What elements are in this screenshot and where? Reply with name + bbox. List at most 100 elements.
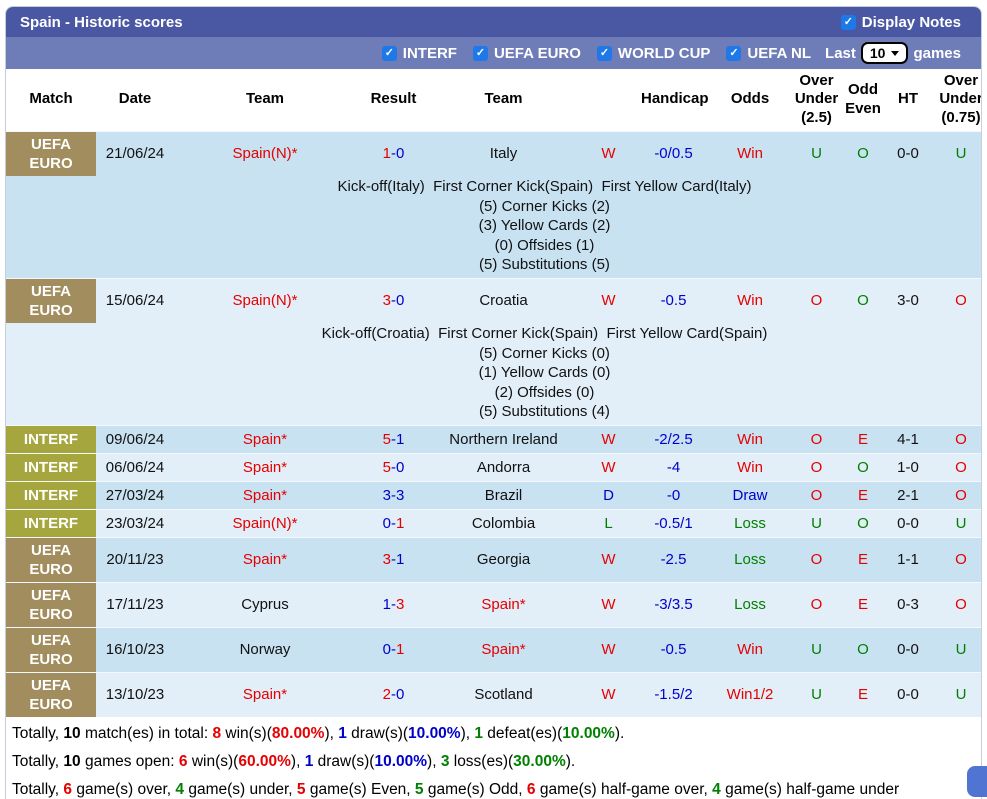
wdl-letter: W: [601, 686, 616, 704]
result-cell: 3-3: [356, 480, 431, 509]
wdl-letter: W: [601, 458, 616, 476]
ht-cell: 1-1: [887, 536, 929, 582]
odds-value: Win: [737, 292, 763, 310]
scroll-corner-button[interactable]: [967, 766, 987, 797]
result-cell: 2-0: [356, 671, 431, 717]
away-team-cell: Croatia: [431, 277, 576, 323]
home-score: 1: [382, 596, 391, 613]
match-row: UEFA EURO 20/11/23 Spain* 3-1 Georgia W -2.5 Lo…: [6, 536, 981, 582]
odds-cell: Loss: [706, 536, 794, 582]
handicap-value: -1.5/2: [654, 686, 693, 704]
league-filters: ✓ INTERF ✓ UEFA EURO ✓ WORLD CUP ✓ UEFA NL: [381, 45, 811, 62]
home-score: 5: [382, 458, 391, 476]
checkbox-checked-icon[interactable]: ✓: [381, 45, 397, 61]
ht-value: 0-0: [897, 686, 919, 704]
over-under-25-value: O: [810, 551, 823, 568]
odds-cell: Win: [706, 452, 794, 481]
handicap-cell: -1.5/2: [641, 671, 706, 717]
away-score: 1: [396, 430, 405, 448]
result-cell: 0-1: [356, 626, 431, 672]
column-header: HT: [887, 69, 929, 131]
away-score: 1: [396, 551, 405, 568]
home-team: Spain(N)*: [232, 292, 298, 310]
column-header: Odds: [706, 69, 794, 131]
odds-value: Win1/2: [726, 686, 774, 704]
match-row: INTERF 23/03/24 Spain(N)* 0-1 Colombia L -0.5/…: [6, 508, 981, 537]
date-cell: 23/03/24: [96, 508, 174, 537]
league-cell: INTERF: [6, 424, 96, 453]
odd-even-value: O: [857, 292, 869, 310]
home-team: Spain(N)*: [232, 145, 298, 163]
home-team-cell: Spain(N)*: [174, 508, 356, 537]
date-cell: 17/11/23: [96, 581, 174, 627]
last-label: Last: [825, 44, 856, 62]
summary-segment: 10.00%: [374, 753, 428, 770]
away-team: Spain*: [481, 596, 526, 613]
odd-even-value: E: [857, 551, 868, 568]
display-notes-toggle[interactable]: ✓ Display Notes: [840, 13, 961, 31]
ht-cell: 2-1: [887, 480, 929, 509]
summary-segment: draw(s)(: [313, 753, 375, 770]
summary-segment: game(s) Even,: [305, 781, 415, 798]
ht-cell: 0-0: [887, 626, 929, 672]
summary-segment: draw(s)(: [346, 725, 409, 742]
column-header: Result: [356, 69, 431, 131]
away-score: 0: [396, 458, 405, 476]
odd-even-value: E: [857, 686, 868, 704]
odds-value: Win: [737, 641, 763, 658]
over-under-25-cell: U: [794, 130, 839, 176]
handicap-cell: -2.5: [641, 536, 706, 582]
home-team-cell: Spain*: [174, 671, 356, 717]
handicap-value: -4: [666, 458, 681, 476]
odds-value: Loss: [734, 596, 766, 613]
result-cell: 5-1: [356, 424, 431, 453]
match-row: INTERF 09/06/24 Spain* 5-1 Northern Ireland W…: [6, 424, 981, 453]
display-notes-label: Display Notes: [861, 13, 961, 31]
ht-value: 3-0: [897, 292, 919, 310]
checkbox-checked-icon[interactable]: ✓: [596, 45, 612, 61]
summary-segment: 80.00%: [271, 725, 325, 742]
checkbox-checked-icon[interactable]: ✓: [472, 45, 488, 61]
over-under-075-cell: U: [929, 508, 981, 537]
column-header: Over Under (2.5): [794, 69, 839, 131]
league-badge: UEFA EURO: [6, 672, 96, 717]
home-team-cell: Spain(N)*: [174, 130, 356, 176]
home-team: Norway: [239, 641, 291, 658]
match-row: UEFA EURO 17/11/23 Cyprus 1-3 Spain* W -3/3.5 L…: [6, 581, 981, 627]
away-score: 1: [396, 641, 405, 658]
note-line: (5) Corner Kicks (0): [479, 344, 610, 362]
notes-left-cell: [6, 323, 96, 425]
over-under-25-value: O: [810, 486, 823, 504]
home-team-cell: Spain*: [174, 480, 356, 509]
away-team-cell: Brazil: [431, 480, 576, 509]
note-line: (2) Offsides (0): [494, 383, 595, 401]
result-cell: 1-0: [356, 130, 431, 176]
home-team-cell: Norway: [174, 626, 356, 672]
away-team: Scotland: [474, 686, 533, 704]
column-header: Match: [6, 69, 96, 131]
handicap-cell: -3/3.5: [641, 581, 706, 627]
over-under-075-cell: O: [929, 424, 981, 453]
summary-segment: loss(es)(: [449, 753, 514, 770]
filter-checkbox-uefa-nl[interactable]: ✓ UEFA NL: [726, 45, 811, 62]
games-count-select[interactable]: 10: [860, 42, 909, 64]
filter-checkbox-uefa-euro[interactable]: ✓ UEFA EURO: [472, 45, 581, 62]
summary-segment: ).: [614, 725, 625, 742]
summary-segment: 8: [212, 725, 222, 742]
note-line: Kick-off(Italy) First Corner Kick(Spain)…: [337, 178, 752, 195]
result-cell: 1-3: [356, 581, 431, 627]
summary-segment: match(es) in total:: [80, 725, 213, 742]
filter-checkbox-interf[interactable]: ✓ INTERF: [381, 45, 457, 62]
odds-value: Win: [737, 145, 763, 163]
checkbox-checked-icon[interactable]: ✓: [840, 14, 856, 30]
summary-segment: ),: [427, 753, 441, 770]
filter-checkbox-world-cup[interactable]: ✓ WORLD CUP: [596, 45, 710, 62]
summary-segment: 10.00%: [408, 725, 461, 742]
odds-cell: Loss: [706, 508, 794, 537]
away-team: Georgia: [476, 551, 531, 568]
odds-cell: Win: [706, 626, 794, 672]
wdl-cell: W: [576, 581, 641, 627]
over-under-25-cell: U: [794, 671, 839, 717]
home-team-cell: Spain(N)*: [174, 277, 356, 323]
checkbox-checked-icon[interactable]: ✓: [726, 45, 742, 61]
